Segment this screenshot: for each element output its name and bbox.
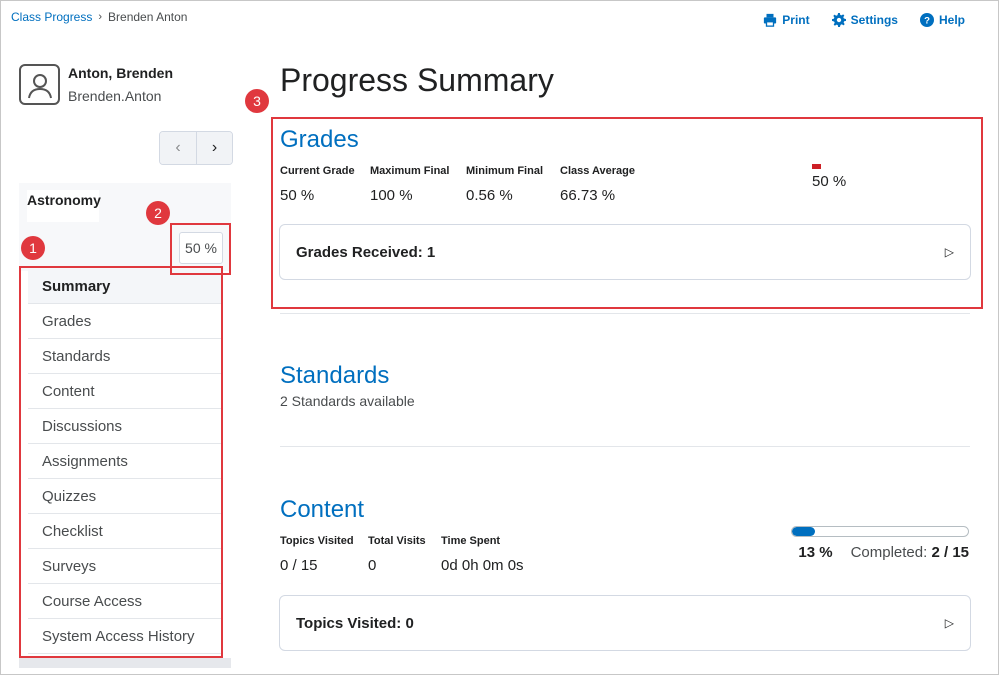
class-average-value: 66.73 % <box>560 187 616 204</box>
user-name: Anton, Brenden <box>68 65 173 81</box>
sidebar-footer <box>19 658 231 668</box>
print-label: Print <box>782 13 810 27</box>
topics-visited-expander[interactable]: Topics Visited: 0 ▷ <box>279 595 971 651</box>
completed-label: Completed: <box>850 544 928 561</box>
sidebar-item-grades[interactable]: Grades <box>28 304 221 339</box>
caret-right-icon: ▷ <box>944 616 954 630</box>
user-pager: ‹ › <box>159 131 233 165</box>
minimum-final-label: Minimum Final <box>466 165 543 177</box>
breadcrumb-class-progress[interactable]: Class Progress <box>11 10 92 24</box>
class-average-label: Class Average <box>560 165 636 177</box>
course-percent: 50 % <box>179 232 223 264</box>
current-grade-label: Current Grade <box>280 165 355 177</box>
grades-heading[interactable]: Grades <box>280 126 359 154</box>
sidebar-item-course-access[interactable]: Course Access <box>28 584 221 619</box>
sidebar-item-discussions[interactable]: Discussions <box>28 409 221 444</box>
topics-visited-expander-label: Topics Visited: 0 <box>296 614 414 632</box>
callout-badge-1: 1 <box>21 236 45 260</box>
callout-badge-2: 2 <box>146 201 170 225</box>
sidebar-item-assignments[interactable]: Assignments <box>28 444 221 479</box>
user-login: Brenden.Anton <box>68 88 162 104</box>
grades-received-expander[interactable]: Grades Received: 1 ▷ <box>279 224 971 280</box>
total-visits-value: 0 <box>368 557 377 574</box>
next-user-button[interactable]: › <box>196 132 232 164</box>
content-progress-fill <box>792 527 815 536</box>
previous-user-button[interactable]: ‹ <box>160 132 196 164</box>
sidebar-item-checklist[interactable]: Checklist <box>28 514 221 549</box>
callout-badge-3: 3 <box>245 89 269 113</box>
sidebar-nav: Summary Grades Standards Content Discuss… <box>28 269 221 654</box>
total-visits-label: Total Visits <box>368 535 426 547</box>
user-icon <box>27 73 52 98</box>
print-button[interactable]: Print <box>763 13 810 27</box>
help-label: Help <box>938 13 965 27</box>
topics-visited-value: 0 / 15 <box>280 557 318 574</box>
callout-box-grades <box>271 117 983 309</box>
content-progress-percent: 13 % <box>798 544 833 561</box>
avatar <box>19 64 60 105</box>
content-heading[interactable]: Content <box>280 496 364 524</box>
breadcrumb-separator: › <box>98 11 103 23</box>
topics-visited-label: Topics Visited <box>280 535 354 547</box>
svg-text:?: ? <box>924 16 930 27</box>
grades-received-label: Grades Received: 1 <box>296 243 436 261</box>
caret-right-icon: ▷ <box>944 245 954 259</box>
content-progress-text: 13 % Completed: 2 / 15 <box>798 544 969 561</box>
content-completed: Completed: 2 / 15 <box>851 544 969 561</box>
current-grade-value: 50 % <box>280 187 315 204</box>
settings-label: Settings <box>850 13 898 27</box>
time-spent-label: Time Spent <box>441 535 501 547</box>
standards-subtitle: 2 Standards available <box>280 393 415 409</box>
page-title: Progress Summary <box>280 62 554 98</box>
divider <box>280 446 970 447</box>
sidebar-item-system-access-history[interactable]: System Access History <box>28 619 221 654</box>
standards-heading[interactable]: Standards <box>280 362 389 390</box>
sidebar-item-summary[interactable]: Summary <box>28 269 221 304</box>
divider <box>280 313 970 314</box>
user-card: Anton, Brenden Brenden.Anton <box>19 64 173 106</box>
completed-value: 2 / 15 <box>931 544 969 561</box>
help-icon: ? <box>919 13 934 27</box>
maximum-final-label: Maximum Final <box>370 165 450 177</box>
gear-icon <box>831 13 846 27</box>
sidebar-item-content[interactable]: Content <box>28 374 221 409</box>
sidebar-item-quizzes[interactable]: Quizzes <box>28 479 221 514</box>
sidebar-item-standards[interactable]: Standards <box>28 339 221 374</box>
course-name: Astronomy <box>27 190 101 222</box>
settings-button[interactable]: Settings <box>831 13 898 27</box>
grade-bar-percent: 50 % <box>812 173 847 190</box>
help-button[interactable]: ? Help <box>919 13 965 27</box>
minimum-final-value: 0.56 % <box>466 187 513 204</box>
breadcrumb-current: Brenden Anton <box>108 10 188 24</box>
breadcrumb: Class Progress › Brenden Anton <box>11 10 187 24</box>
maximum-final-value: 100 % <box>370 187 413 204</box>
sidebar-item-surveys[interactable]: Surveys <box>28 549 221 584</box>
printer-icon <box>764 13 777 27</box>
content-progress-bar <box>791 526 969 537</box>
grade-bar <box>812 164 821 169</box>
time-spent-value: 0d 0h 0m 0s <box>441 557 524 574</box>
toolbar: Print Settings ? Help <box>763 13 965 27</box>
